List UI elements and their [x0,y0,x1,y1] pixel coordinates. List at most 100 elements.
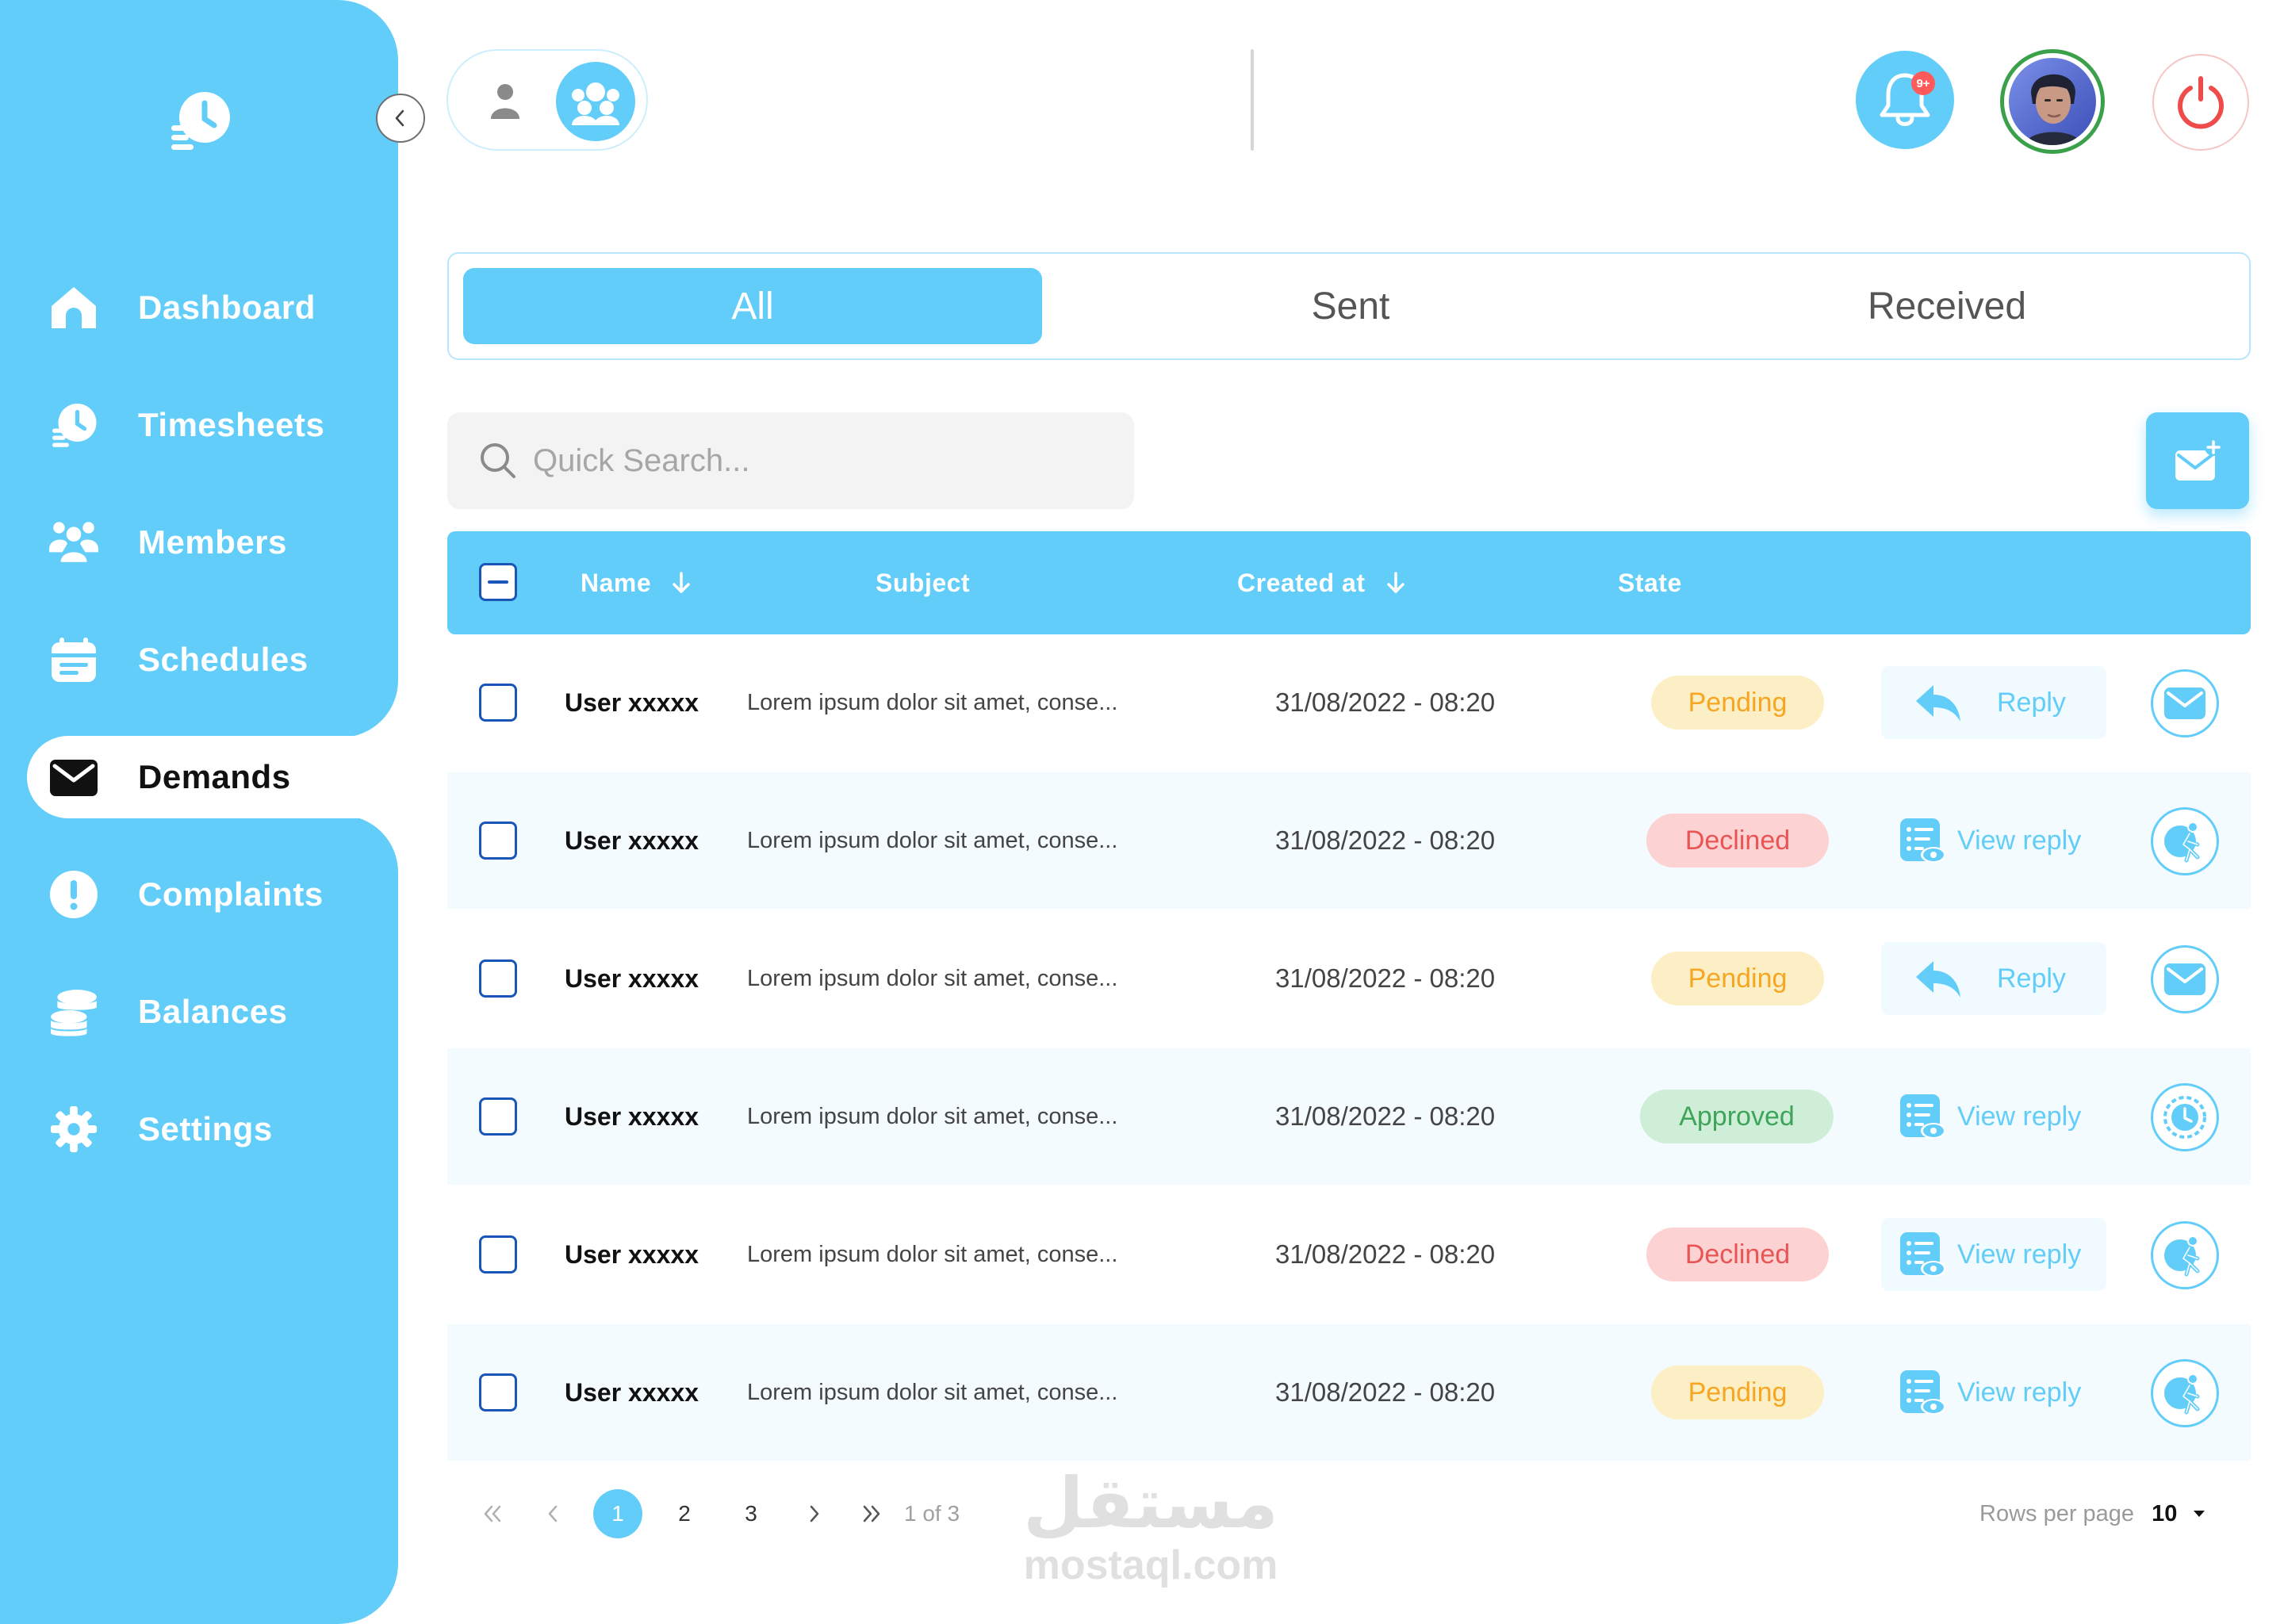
rows-per-page: Rows per page 10 [1979,1489,2205,1538]
row-user-name: User xxxxx [565,688,699,717]
row-user-name: User xxxxx [565,963,699,993]
column-label: State [1618,568,1682,597]
row-checkbox[interactable] [479,1235,517,1274]
sidebar-item-label: Schedules [138,641,308,678]
last-page-button[interactable] [847,1489,896,1538]
mail-add-icon [2175,439,2222,481]
sidebar-item-label: Balances [138,993,288,1030]
column-label: Name [581,568,652,597]
view-reply-button[interactable]: View reply [1881,804,2106,877]
search-input[interactable] [533,433,1104,488]
collapse-sidebar-button[interactable] [376,94,425,143]
search-icon [481,443,515,478]
sidebar-item-label: Demands [138,758,291,795]
row-user-name: User xxxxx [565,1377,699,1407]
row-checkbox[interactable] [479,684,517,722]
status-badge: Declined [1646,1228,1829,1281]
row-created-at: 31/08/2022 - 08:20 [1275,825,1496,855]
sidebar-item-members[interactable]: Members [0,501,398,584]
calendar-icon [46,632,102,688]
demand-tabs: All Sent Received [447,252,2251,360]
action-label: View reply [1957,825,2082,856]
action-label: Reply [1997,963,2066,994]
caret-down-icon[interactable] [2193,1510,2205,1518]
prev-page-button[interactable] [528,1489,577,1538]
row-checkbox[interactable] [479,822,517,860]
sidebar-item-label: Complaints [138,875,324,913]
sidebar-item-timesheets[interactable]: Timesheets [0,384,398,466]
view-list-icon [1897,1367,1948,1418]
new-demand-button[interactable] [2146,412,2249,509]
row-subject: Lorem ipsum dolor sit amet, conse... [747,1241,1118,1267]
table-row: User xxxxx Lorem ipsum dolor sit amet, c… [447,1048,2251,1185]
status-badge: Declined [1646,814,1829,868]
tab-all[interactable]: All [463,268,1042,344]
demand-type-button[interactable] [2151,807,2219,875]
avatar[interactable] [2000,49,2105,154]
page-button-1[interactable]: 1 [593,1489,642,1538]
column-header-name[interactable]: Name [581,531,691,634]
row-checkbox[interactable] [479,1097,517,1136]
first-page-button[interactable] [468,1489,517,1538]
column-header-subject[interactable]: Subject [876,531,970,634]
logout-button[interactable] [2152,54,2249,151]
watermark-latin-text: mostaql.com [1023,1542,1278,1588]
notifications-button[interactable]: 9+ [1856,51,1954,149]
chevron-left-icon [548,1505,558,1522]
status-badge: Pending [1651,676,1824,730]
single-user-view-button[interactable] [480,76,531,127]
view-list-icon [1897,1229,1948,1280]
view-reply-button[interactable]: View reply [1881,1356,2106,1429]
reply-button[interactable]: Reply [1881,942,2106,1015]
page-info: 1 of 3 [904,1501,960,1526]
alert-icon [46,867,102,922]
sidebar-item-settings[interactable]: Settings [0,1088,398,1170]
leave-icon [2164,822,2200,863]
coins-icon [46,984,102,1040]
page-button-3[interactable]: 3 [726,1489,776,1538]
demand-type-button[interactable] [2151,1083,2219,1151]
column-label: Created at [1237,568,1366,597]
app-logo-icon[interactable] [165,86,235,155]
power-icon [2178,76,2224,129]
arrow-down-icon[interactable] [672,571,691,595]
tab-received[interactable]: Received [1657,268,2236,344]
select-all-checkbox[interactable] [479,563,517,601]
quick-search [447,412,1134,509]
rows-per-page-select[interactable]: 10 [2152,1501,2177,1527]
status-badge: Pending [1651,952,1824,1005]
sidebar-item-dashboard[interactable]: Dashboard [0,266,398,349]
tab-sent[interactable]: Sent [1061,268,1640,344]
row-user-name: User xxxxx [565,1239,699,1269]
double-chevron-right-icon [863,1505,880,1522]
row-user-name: User xxxxx [565,1101,699,1131]
column-header-state[interactable]: State [1618,531,1682,634]
row-created-at: 31/08/2022 - 08:20 [1275,963,1496,993]
row-subject: Lorem ipsum dolor sit amet, conse... [747,827,1118,853]
sidebar-item-complaints[interactable]: Complaints [0,853,398,936]
next-page-button[interactable] [790,1489,839,1538]
sidebar-item-demands[interactable]: Demands [27,736,398,818]
table-row: User xxxxx Lorem ipsum dolor sit amet, c… [447,910,2251,1047]
group-view-button[interactable] [556,62,635,141]
sidebar-item-balances[interactable]: Balances [0,971,398,1053]
leave-icon [2164,1235,2200,1277]
view-reply-button[interactable]: View reply [1881,1218,2106,1291]
chevron-left-icon [395,109,404,127]
view-reply-button[interactable]: View reply [1881,1080,2106,1153]
table-row: User xxxxx Lorem ipsum dolor sit amet, c… [447,772,2251,909]
view-mode-toggle [446,49,648,151]
demand-type-button[interactable] [2151,945,2219,1013]
sidebar-item-schedules[interactable]: Schedules [0,619,398,701]
column-header-created-at[interactable]: Created at [1237,531,1405,634]
demand-type-button[interactable] [2151,1221,2219,1289]
demand-type-button[interactable] [2151,1359,2219,1427]
row-checkbox[interactable] [479,959,517,998]
row-checkbox[interactable] [479,1373,517,1411]
avatar-image [2009,58,2096,145]
arrow-down-icon[interactable] [1386,571,1405,595]
table-row: User xxxxx Lorem ipsum dolor sit amet, c… [447,1186,2251,1323]
demand-type-button[interactable] [2151,669,2219,737]
page-button-2[interactable]: 2 [660,1489,709,1538]
reply-button[interactable]: Reply [1881,666,2106,739]
